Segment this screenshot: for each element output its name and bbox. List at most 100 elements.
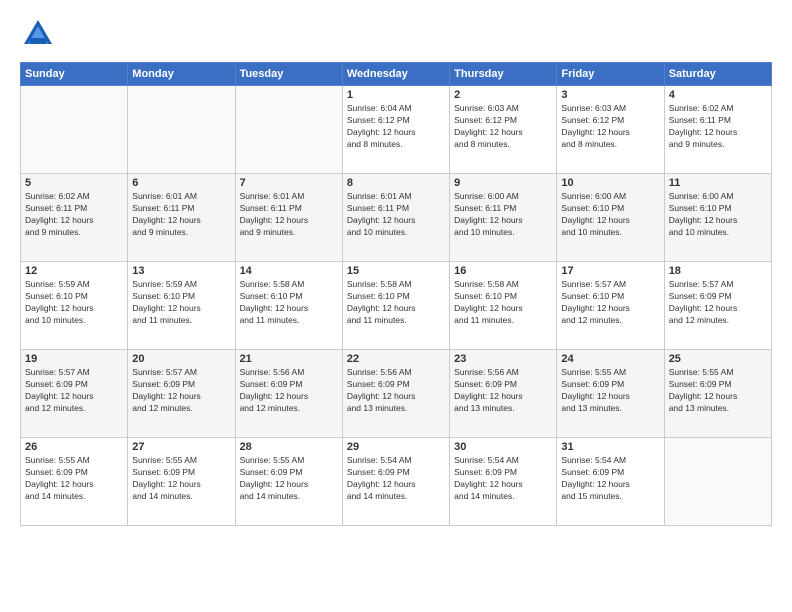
weekday-header-sunday: Sunday bbox=[21, 63, 128, 86]
calendar-cell: 15 Sunrise: 5:58 AM Sunset: 6:10 PM Dayli… bbox=[342, 262, 449, 350]
day-info: Sunrise: 6:03 AM Sunset: 6:12 PM Dayligh… bbox=[454, 103, 552, 151]
calendar-cell: 22 Sunrise: 5:56 AM Sunset: 6:09 PM Dayli… bbox=[342, 350, 449, 438]
calendar-cell bbox=[21, 86, 128, 174]
day-number: 23 bbox=[454, 353, 552, 365]
calendar-cell: 29 Sunrise: 5:54 AM Sunset: 6:09 PM Dayli… bbox=[342, 438, 449, 526]
day-info: Sunrise: 5:58 AM Sunset: 6:10 PM Dayligh… bbox=[454, 279, 552, 327]
day-info: Sunrise: 5:57 AM Sunset: 6:09 PM Dayligh… bbox=[669, 279, 767, 327]
weekday-header-wednesday: Wednesday bbox=[342, 63, 449, 86]
day-number: 14 bbox=[240, 265, 338, 277]
day-number: 8 bbox=[347, 177, 445, 189]
day-info: Sunrise: 5:55 AM Sunset: 6:09 PM Dayligh… bbox=[25, 455, 123, 503]
day-info: Sunrise: 5:58 AM Sunset: 6:10 PM Dayligh… bbox=[347, 279, 445, 327]
day-number: 10 bbox=[561, 177, 659, 189]
header bbox=[20, 16, 772, 52]
calendar-cell: 2 Sunrise: 6:03 AM Sunset: 6:12 PM Daylig… bbox=[450, 86, 557, 174]
calendar-table: SundayMondayTuesdayWednesdayThursdayFrid… bbox=[20, 62, 772, 526]
day-info: Sunrise: 5:58 AM Sunset: 6:10 PM Dayligh… bbox=[240, 279, 338, 327]
day-info: Sunrise: 5:55 AM Sunset: 6:09 PM Dayligh… bbox=[561, 367, 659, 415]
day-number: 30 bbox=[454, 441, 552, 453]
day-number: 20 bbox=[132, 353, 230, 365]
day-number: 22 bbox=[347, 353, 445, 365]
day-number: 26 bbox=[25, 441, 123, 453]
day-info: Sunrise: 6:00 AM Sunset: 6:10 PM Dayligh… bbox=[669, 191, 767, 239]
day-number: 15 bbox=[347, 265, 445, 277]
calendar-cell: 3 Sunrise: 6:03 AM Sunset: 6:12 PM Daylig… bbox=[557, 86, 664, 174]
day-info: Sunrise: 6:01 AM Sunset: 6:11 PM Dayligh… bbox=[240, 191, 338, 239]
day-info: Sunrise: 6:01 AM Sunset: 6:11 PM Dayligh… bbox=[132, 191, 230, 239]
day-number: 7 bbox=[240, 177, 338, 189]
day-info: Sunrise: 5:57 AM Sunset: 6:10 PM Dayligh… bbox=[561, 279, 659, 327]
calendar-cell: 5Sunrise: 6:02 AM Sunset: 6:11 PM Daylig… bbox=[21, 174, 128, 262]
calendar-cell: 1 Sunrise: 6:04 AM Sunset: 6:12 PM Daylig… bbox=[342, 86, 449, 174]
calendar-cell: 14 Sunrise: 5:58 AM Sunset: 6:10 PM Dayli… bbox=[235, 262, 342, 350]
calendar-cell: 8 Sunrise: 6:01 AM Sunset: 6:11 PM Daylig… bbox=[342, 174, 449, 262]
calendar-cell: 20Sunrise: 5:57 AM Sunset: 6:09 PM Dayli… bbox=[128, 350, 235, 438]
calendar-cell: 25 Sunrise: 5:55 AM Sunset: 6:09 PM Dayli… bbox=[664, 350, 771, 438]
day-number: 16 bbox=[454, 265, 552, 277]
day-number: 2 bbox=[454, 89, 552, 101]
page: SundayMondayTuesdayWednesdayThursdayFrid… bbox=[0, 0, 792, 612]
calendar-cell: 7 Sunrise: 6:01 AM Sunset: 6:11 PM Daylig… bbox=[235, 174, 342, 262]
calendar-cell: 21 Sunrise: 5:56 AM Sunset: 6:09 PM Dayli… bbox=[235, 350, 342, 438]
week-row-2: 12Sunrise: 5:59 AM Sunset: 6:10 PM Dayli… bbox=[21, 262, 772, 350]
logo bbox=[20, 16, 62, 52]
day-number: 27 bbox=[132, 441, 230, 453]
calendar-cell bbox=[664, 438, 771, 526]
calendar-cell: 4Sunrise: 6:02 AM Sunset: 6:11 PM Daylig… bbox=[664, 86, 771, 174]
calendar-cell: 18 Sunrise: 5:57 AM Sunset: 6:09 PM Dayli… bbox=[664, 262, 771, 350]
day-number: 3 bbox=[561, 89, 659, 101]
day-info: Sunrise: 6:03 AM Sunset: 6:12 PM Dayligh… bbox=[561, 103, 659, 151]
day-number: 17 bbox=[561, 265, 659, 277]
day-number: 18 bbox=[669, 265, 767, 277]
day-number: 25 bbox=[669, 353, 767, 365]
weekday-header-tuesday: Tuesday bbox=[235, 63, 342, 86]
calendar-cell: 17 Sunrise: 5:57 AM Sunset: 6:10 PM Dayli… bbox=[557, 262, 664, 350]
weekday-header-friday: Friday bbox=[557, 63, 664, 86]
day-info: Sunrise: 6:04 AM Sunset: 6:12 PM Dayligh… bbox=[347, 103, 445, 151]
week-row-1: 5Sunrise: 6:02 AM Sunset: 6:11 PM Daylig… bbox=[21, 174, 772, 262]
calendar-cell: 19Sunrise: 5:57 AM Sunset: 6:09 PM Dayli… bbox=[21, 350, 128, 438]
day-info: Sunrise: 5:57 AM Sunset: 6:09 PM Dayligh… bbox=[25, 367, 123, 415]
logo-icon bbox=[20, 16, 56, 52]
day-info: Sunrise: 5:54 AM Sunset: 6:09 PM Dayligh… bbox=[347, 455, 445, 503]
calendar-cell: 28Sunrise: 5:55 AM Sunset: 6:09 PM Dayli… bbox=[235, 438, 342, 526]
calendar-cell bbox=[128, 86, 235, 174]
day-info: Sunrise: 5:56 AM Sunset: 6:09 PM Dayligh… bbox=[347, 367, 445, 415]
weekday-header-thursday: Thursday bbox=[450, 63, 557, 86]
calendar-cell: 27Sunrise: 5:55 AM Sunset: 6:09 PM Dayli… bbox=[128, 438, 235, 526]
calendar-cell: 16 Sunrise: 5:58 AM Sunset: 6:10 PM Dayli… bbox=[450, 262, 557, 350]
calendar-cell: 11 Sunrise: 6:00 AM Sunset: 6:10 PM Dayli… bbox=[664, 174, 771, 262]
day-info: Sunrise: 5:59 AM Sunset: 6:10 PM Dayligh… bbox=[25, 279, 123, 327]
day-info: Sunrise: 6:01 AM Sunset: 6:11 PM Dayligh… bbox=[347, 191, 445, 239]
day-info: Sunrise: 5:55 AM Sunset: 6:09 PM Dayligh… bbox=[669, 367, 767, 415]
day-number: 11 bbox=[669, 177, 767, 189]
calendar-cell: 9 Sunrise: 6:00 AM Sunset: 6:11 PM Daylig… bbox=[450, 174, 557, 262]
day-info: Sunrise: 5:56 AM Sunset: 6:09 PM Dayligh… bbox=[454, 367, 552, 415]
week-row-3: 19Sunrise: 5:57 AM Sunset: 6:09 PM Dayli… bbox=[21, 350, 772, 438]
calendar-cell: 23 Sunrise: 5:56 AM Sunset: 6:09 PM Dayli… bbox=[450, 350, 557, 438]
weekday-header-monday: Monday bbox=[128, 63, 235, 86]
calendar-cell: 6 Sunrise: 6:01 AM Sunset: 6:11 PM Daylig… bbox=[128, 174, 235, 262]
day-info: Sunrise: 6:00 AM Sunset: 6:11 PM Dayligh… bbox=[454, 191, 552, 239]
day-number: 5 bbox=[25, 177, 123, 189]
calendar-cell: 12Sunrise: 5:59 AM Sunset: 6:10 PM Dayli… bbox=[21, 262, 128, 350]
calendar-cell: 31Sunrise: 5:54 AM Sunset: 6:09 PM Dayli… bbox=[557, 438, 664, 526]
day-number: 13 bbox=[132, 265, 230, 277]
day-number: 1 bbox=[347, 89, 445, 101]
calendar-cell: 10Sunrise: 6:00 AM Sunset: 6:10 PM Dayli… bbox=[557, 174, 664, 262]
calendar-cell bbox=[235, 86, 342, 174]
day-number: 21 bbox=[240, 353, 338, 365]
calendar-cell: 30 Sunrise: 5:54 AM Sunset: 6:09 PM Dayli… bbox=[450, 438, 557, 526]
calendar-cell: 26 Sunrise: 5:55 AM Sunset: 6:09 PM Dayli… bbox=[21, 438, 128, 526]
day-info: Sunrise: 5:59 AM Sunset: 6:10 PM Dayligh… bbox=[132, 279, 230, 327]
weekday-header-saturday: Saturday bbox=[664, 63, 771, 86]
day-number: 29 bbox=[347, 441, 445, 453]
weekday-header-row: SundayMondayTuesdayWednesdayThursdayFrid… bbox=[21, 63, 772, 86]
day-number: 6 bbox=[132, 177, 230, 189]
day-number: 9 bbox=[454, 177, 552, 189]
day-number: 28 bbox=[240, 441, 338, 453]
day-info: Sunrise: 5:54 AM Sunset: 6:09 PM Dayligh… bbox=[454, 455, 552, 503]
day-number: 4 bbox=[669, 89, 767, 101]
day-info: Sunrise: 5:56 AM Sunset: 6:09 PM Dayligh… bbox=[240, 367, 338, 415]
